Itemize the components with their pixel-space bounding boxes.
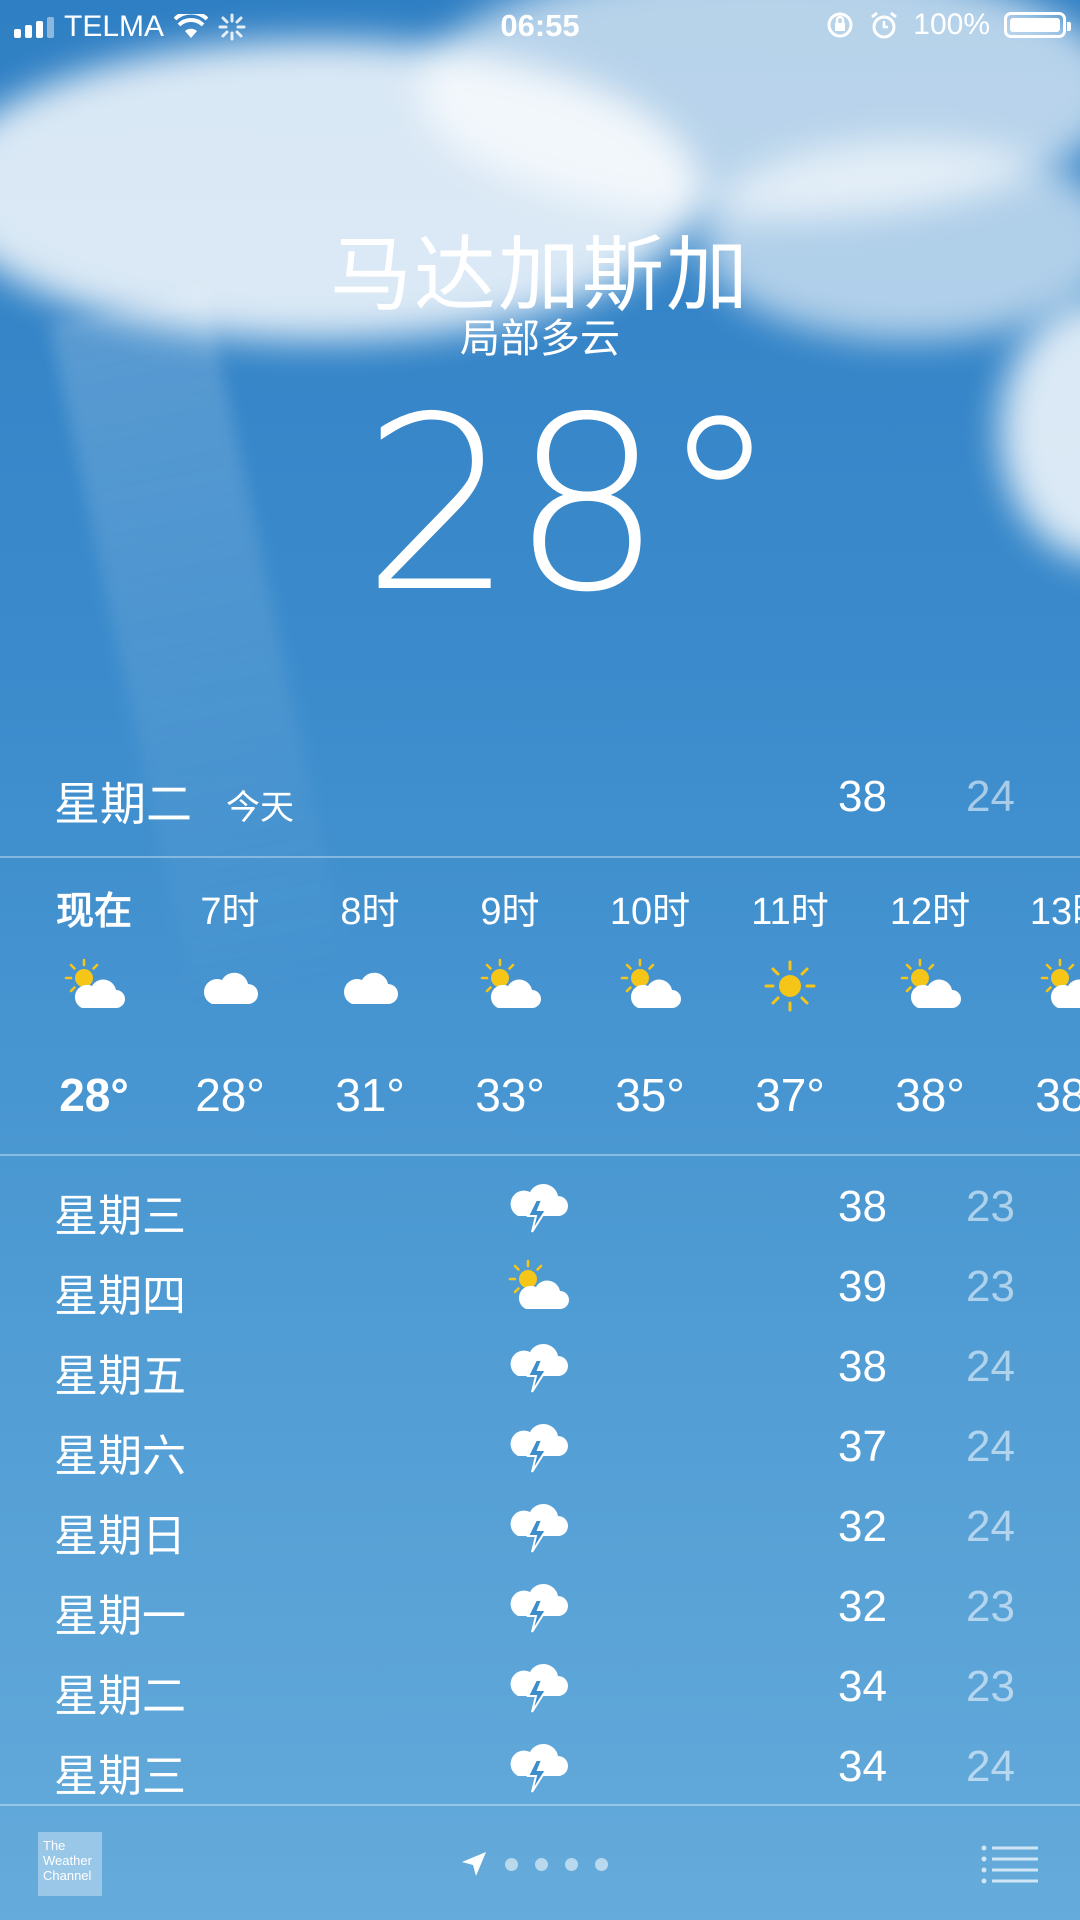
thunderstorm-icon [509,1502,569,1553]
hour-temp: 38° [895,1069,965,1121]
daily-low: 23 [966,1662,1015,1711]
partly-cloudy-icon [508,1259,570,1311]
hourly-forecast[interactable]: 现在 28° 7时 28° 8时 31° 9时 33° 10时 35° 11时 … [0,858,1080,1154]
status-bar: TELMA 06:55 100% [0,0,1080,54]
thunderstorm-icon [509,1662,569,1713]
today-tag: 今天 [226,789,294,827]
today-summary-row: 星期二 今天 38 24 [0,766,1080,856]
page-dot[interactable] [505,1857,518,1871]
hour-temp: 28° [59,1069,129,1121]
list-icon[interactable] [980,1844,1038,1884]
hour-temp: 33° [475,1069,545,1121]
daily-low: 24 [966,1422,1015,1471]
daily-high: 34 [838,1662,887,1711]
location-arrow-icon [462,1852,486,1876]
daily-row: 星期日 32 24 [0,1486,1080,1566]
partly-cloudy-icon [64,958,126,1010]
hour-temp: 28° [195,1069,265,1121]
partly-cloudy-icon [480,958,542,1010]
daily-low: 23 [966,1262,1015,1311]
daily-high: 38 [838,1182,887,1231]
daily-high: 32 [838,1502,887,1551]
thunderstorm-icon [509,1182,569,1233]
battery-icon [1004,12,1071,38]
partly-cloudy-icon [1040,958,1080,1010]
hour-label: 7时 [200,891,260,933]
daily-day: 星期四 [54,1272,186,1321]
rotation-lock-icon [827,12,853,38]
daily-day: 星期六 [54,1432,186,1481]
daily-high: 39 [838,1262,887,1311]
current-temperature: 28° [362,365,779,645]
daily-row: 星期三 38 23 [0,1166,1080,1246]
alarm-icon [871,11,898,39]
hour-temp: 37° [755,1069,825,1121]
daily-low: 23 [966,1582,1015,1631]
daily-row: 星期二 34 23 [0,1646,1080,1726]
page-indicator[interactable] [460,1850,608,1878]
partly-cloudy-icon [900,958,962,1010]
battery-percentage: 100% [913,8,990,41]
today-low: 24 [966,772,1015,821]
daily-high: 32 [838,1582,887,1631]
thunderstorm-icon [509,1342,569,1393]
daily-low: 23 [966,1182,1015,1231]
page-dot[interactable] [565,1857,578,1871]
daily-row: 星期五 38 24 [0,1326,1080,1406]
thunderstorm-icon [509,1582,569,1633]
daily-row: 星期一 32 23 [0,1566,1080,1646]
partly-cloudy-icon [620,958,682,1010]
daily-row: 星期三 34 24 [0,1726,1080,1806]
hour-label: 11时 [751,891,829,933]
daily-day: 星期日 [54,1512,186,1561]
daily-day: 星期三 [54,1752,186,1801]
cloud-icon [204,972,258,1004]
page-dot[interactable] [595,1857,608,1871]
daily-low: 24 [966,1502,1015,1551]
hour-temp: 35° [615,1069,685,1121]
bottom-toolbar: The Weather Channel [0,1806,1080,1920]
hour-temp: 38° [1035,1069,1080,1121]
thunderstorm-icon [509,1742,569,1793]
daily-day: 星期三 [54,1192,186,1241]
daily-high: 38 [838,1342,887,1391]
weather-channel-logo[interactable]: The Weather Channel [38,1832,102,1896]
daily-row: 星期四 39 23 [0,1246,1080,1326]
hour-temp: 31° [335,1069,405,1121]
daily-low: 24 [966,1342,1015,1391]
thunderstorm-icon [509,1422,569,1473]
daily-day: 星期一 [54,1592,186,1641]
hour-label: 9时 [480,891,540,933]
daily-high: 37 [838,1422,887,1471]
hour-label: 8时 [340,891,400,933]
hour-label: 10时 [609,891,691,933]
daily-low: 24 [966,1742,1015,1791]
today-high: 38 [838,772,887,821]
daily-day: 星期二 [54,1672,186,1721]
today-day: 星期二 [54,778,192,830]
daily-day: 星期五 [54,1352,186,1401]
cloud-icon [344,972,398,1004]
divider [0,1154,1080,1156]
daily-high: 34 [838,1742,887,1791]
sun-icon [764,960,816,1012]
page-dot[interactable] [535,1857,548,1871]
hour-label: 12时 [889,891,971,933]
weather-condition: 局部多云 [460,317,620,361]
daily-row: 星期六 37 24 [0,1406,1080,1486]
hour-label: 13时 [1029,891,1080,933]
hour-label: 现在 [55,891,132,933]
